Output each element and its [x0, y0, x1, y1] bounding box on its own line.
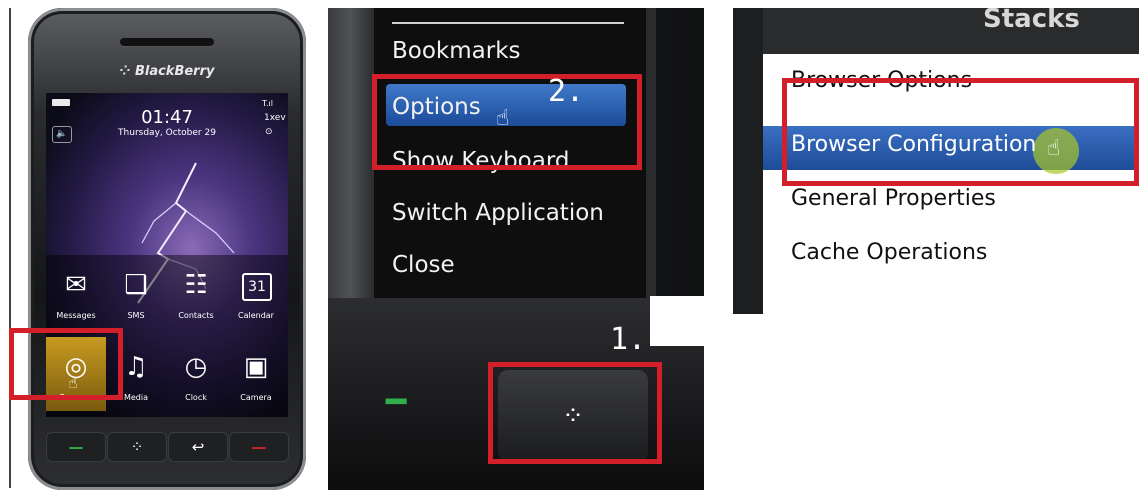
app-camera[interactable]: ▣ Camera — [226, 337, 286, 411]
app-label: Messages — [56, 311, 96, 320]
clock-date: Thursday, October 29 — [118, 128, 216, 138]
earpiece-speaker — [120, 38, 214, 46]
app-label: SMS — [127, 311, 145, 320]
menu-divider — [392, 22, 624, 24]
phone-hardware-keys: — ⁘ ↩ — — [46, 432, 289, 462]
end-call-key[interactable]: — — [229, 432, 289, 462]
phone-home-screen-panel: ⁘ BlackBerry T.ıl 1xev ⊙ 🔈 01:47 Thursda… — [28, 8, 306, 490]
menu-item-bookmarks[interactable]: Bookmarks — [392, 38, 521, 64]
app-calendar[interactable]: 31 Calendar — [226, 255, 286, 329]
brand-logo: ⁘ BlackBerry — [28, 64, 306, 79]
step-2-label: 2. — [548, 74, 585, 109]
contacts-book-icon: ☷ — [184, 270, 208, 300]
screen-title-fragment: Stacks — [983, 8, 1080, 34]
menu-item-switch-application[interactable]: Switch Application — [392, 200, 604, 226]
app-contacts[interactable]: ☷ Contacts — [166, 255, 226, 329]
screen-title-bar — [763, 8, 1139, 54]
menu-key-highlight-box — [488, 362, 662, 464]
menu-key[interactable]: ⁘ — [107, 432, 167, 462]
clock-time: 01:47 — [141, 107, 193, 128]
battery-icon — [52, 99, 70, 106]
left-border-line — [9, 8, 11, 488]
status-bar: T.ıl 1xev ⊙ 🔈 01:47 Thursday, October 29 — [46, 93, 288, 163]
browser-highlight-box — [9, 328, 123, 400]
screen-bezel — [646, 8, 656, 298]
menu-item-close[interactable]: Close — [392, 252, 455, 278]
background-gap — [650, 296, 704, 346]
media-icon: ♫ — [124, 352, 148, 382]
list-item-general-properties[interactable]: General Properties — [791, 186, 996, 211]
app-label: Clock — [185, 393, 207, 402]
clock-icon: ◷ — [184, 352, 208, 382]
app-label: Contacts — [178, 311, 214, 320]
step-1-label: 1. — [610, 322, 647, 357]
calendar-icon: 31 — [242, 273, 272, 301]
app-label: Camera — [240, 393, 272, 402]
call-key[interactable]: — — [46, 432, 106, 462]
app-clock[interactable]: ◷ Clock — [166, 337, 226, 411]
sms-icon: ❑ — [124, 270, 148, 300]
browser-configuration-highlight-box — [782, 78, 1139, 186]
app-label: Calendar — [238, 311, 274, 320]
envelope-icon: ✉ — [65, 270, 87, 300]
app-messages[interactable]: ✉ Messages — [46, 255, 106, 329]
back-key[interactable]: ↩ — [168, 432, 228, 462]
call-key[interactable]: ━ — [386, 385, 476, 419]
brand-mark-icon: ⁘ — [119, 64, 131, 79]
brand-name: BlackBerry — [134, 64, 215, 79]
app-sms[interactable]: ❑ SMS — [106, 255, 166, 329]
options-highlight-box — [372, 74, 642, 170]
list-item-cache-operations[interactable]: Cache Operations — [791, 240, 987, 265]
camera-icon: ▣ — [243, 352, 269, 382]
